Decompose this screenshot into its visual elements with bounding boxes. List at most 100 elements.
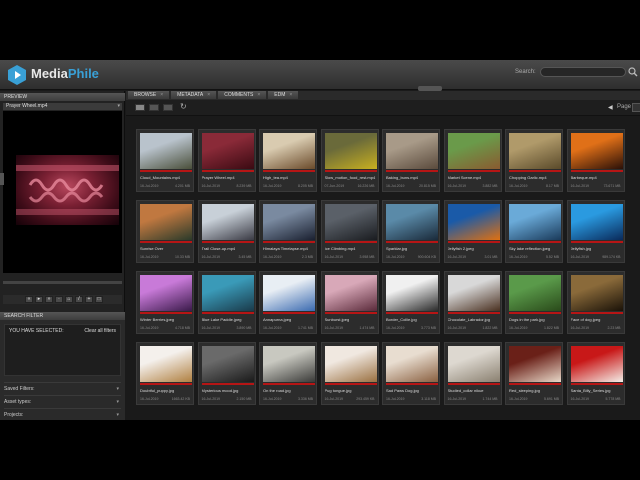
rewind-icon[interactable]: « [25,296,33,303]
asset-tile[interactable]: Annapurna.jpeg 16-Jul-2019 1.741 MB [259,271,317,334]
asset-tile[interactable]: Winter Berries.jpeg 16-Jul-2019 4.718 MB [136,271,194,334]
asset-size: 10.33 MB [175,255,190,259]
mark-icon[interactable]: · [55,296,63,303]
asset-tile[interactable]: Sunburst.jpeg 16-Jul-2019 1.474 MB [320,271,379,334]
asset-name: Annapurna.jpeg [263,317,292,322]
asset-name: Prayer Wheel.mp4 [201,175,235,180]
asset-thumbnail [509,275,561,311]
asset-tile[interactable]: Red_sleeping.jpg 16-Jul-2019 5.691 MB [505,342,563,405]
close-icon[interactable]: × [207,92,210,98]
brand-name: Media [31,66,68,81]
asset-tile[interactable]: Sky lake reflection.jpeg 16-Jul-2019 5.52 … [505,200,563,263]
asset-tile[interactable]: Dogs in the park.jpg 16-Jul-2019 1.822 MB [505,271,563,334]
edit-icon[interactable]: / [75,296,83,303]
asset-date: 16-Jul-2019 [324,397,343,401]
asset-tile[interactable]: Chocolate_Labrador.jpg 16-Jul-2019 1.822 M… [443,271,502,334]
tab-edm[interactable]: EDM × [268,91,299,99]
close-icon[interactable]: × [257,92,260,98]
search-input[interactable] [540,67,626,77]
asset-name: Mysterious mood.jpg [201,388,239,393]
asset-thumbnail [447,346,500,382]
asset-date: 16-Jul-2019 [140,184,159,188]
page-number-input[interactable] [632,103,640,112]
asset-tile[interactable]: Mysterious mood.jpg 16-Jul-2019 2.150 MB [197,342,256,405]
asset-tile[interactable]: Sunrise Over 16-Jul-2019 10.33 MB [136,200,194,263]
asset-tile[interactable]: Face of dog.jpeg 16-Jul-2019 2.23 MB [566,271,625,334]
add-icon[interactable]: + [85,296,93,303]
fullscreen-icon[interactable]: □ [95,296,103,303]
detail-view-icon[interactable] [163,104,173,111]
asset-size: 8.17 MB [545,184,559,188]
asset-tile[interactable]: Pug tongue.jpg 16-Jul-2019 293.459 KB [320,342,379,405]
saved-filters-row[interactable]: Saved Filters: ▾ [4,382,121,394]
asset-name: Slow_motion_food_rest.mp4 [324,175,376,180]
preview-panel-header[interactable]: PREVIEW [0,93,125,101]
asset-status-bar [140,312,192,314]
asset-name: Himalaya Timelapse.mp4 [263,246,308,251]
close-icon[interactable]: × [160,92,163,98]
brand-accent: Phile [67,66,99,81]
asset-status-bar [386,312,438,314]
asset-tile[interactable]: Slow_motion_food_rest.mp4 07-Jun-2019 16.2… [320,129,379,192]
asset-tile[interactable]: Barbeque.mp4 16-Jul-2019 73.671 MB [566,129,625,192]
asset-tile[interactable]: Market Scene.mp4 16-Jul-2019 3.882 MB [443,129,502,192]
tab-label: COMMENTS [224,92,254,98]
asset-size: 1663.42 KB [171,397,190,401]
asset-status-bar [509,241,561,243]
asset-date: 16-Jul-2019 [140,397,159,401]
asset-name: Winter Berries.jpeg [140,317,175,322]
asset-name: Trail Close-up.mp4 [201,246,236,251]
home-icon[interactable]: ⌂ [65,296,73,303]
playback-scrubber[interactable] [3,281,122,284]
asset-tile[interactable]: Prayer Wheel.mp4 16-Jul-2019 8.239 MB [197,129,256,192]
asset-tile[interactable]: Baking_buns.mp4 16-Jul-2019 20.815 MB [382,129,440,192]
asset-size: 5.52 MB [545,255,559,259]
asset-status-bar [570,312,623,314]
page-label: Page [617,104,632,110]
asset-date: 16-Jul-2019 [509,255,528,259]
grid-view-icon[interactable] [135,104,145,111]
preview-player[interactable] [3,111,122,273]
asset-tile[interactable]: Cloud_Mountains.mp4 16-Jul-2019 4.201 MB [136,129,194,192]
asset-size: 20.815 MB [419,184,436,188]
preview-file-select[interactable]: Prayer Wheel.mp4 ▾ [3,103,122,110]
asset-tile[interactable]: Jellyfish 2.jpeg 16-Jul-2019 3.01 MB [443,200,502,263]
asset-tile[interactable]: Trail Close-up.mp4 16-Jul-2019 3.45 MB [197,200,256,263]
asset-name: Market Scene.mp4 [447,175,482,180]
asset-size: 73.671 MB [603,184,621,188]
asset-tile[interactable]: Chopping Garlic.mp4 16-Jul-2019 8.17 MB [505,129,563,192]
asset-tile[interactable]: On the road.jpg 16-Jul-2019 3.336 MB [259,342,317,405]
asset-tile[interactable]: Studied_collar nikue 16-Jul-2019 1.744 MB [443,342,502,405]
clear-all-filters-link[interactable]: Clear all filters [84,328,116,334]
asset-tile[interactable]: Blue Lake Paddle.jpeg 16-Jul-2019 3.890 MB [197,271,256,334]
asset-size: 2.3 MB [301,255,313,259]
asset-tile[interactable]: Sad Paws Dog.jpg 16-Jul-2019 3.118 MB [382,342,440,405]
asset-tile[interactable]: High_tea.mp4 16-Jul-2019 8.205 MB [259,129,317,192]
asset-tile[interactable]: Border_Collie.jpg 16-Jul-2019 3.773 MB [382,271,440,334]
sidebar-collapse-tab[interactable] [0,173,4,185]
asset-types-row[interactable]: Asset types: ▾ [4,395,121,407]
projects-row[interactable]: Projects: ▾ [4,408,121,420]
fast-forward-icon[interactable]: » [45,296,53,303]
tab-metadata[interactable]: METADATA × [171,91,217,99]
refresh-icon[interactable]: ↻ [180,102,187,111]
asset-tile[interactable]: Sparklar.jpg 16-Jul-2019 900.604 KB [382,200,440,263]
tab-comments[interactable]: COMMENTS × [218,91,267,99]
asset-tile[interactable]: Himalaya Timelapse.mp4 16-Jul-2019 2.3 MB [259,200,317,263]
asset-size: 989.174 KB [602,255,621,259]
asset-name: Chopping Garlic.mp4 [509,175,547,180]
tab-browse[interactable]: BROWSE × [128,91,170,99]
play-icon[interactable]: ▸ [35,296,43,303]
search-icon[interactable] [628,67,638,77]
asset-size: 4.201 MB [175,184,190,188]
search-filter-header[interactable]: SEARCH FILTER [0,312,125,320]
asset-tile[interactable]: Ice Climbing.mp4 16-Jul-2019 3.958 MB [320,200,379,263]
list-view-icon[interactable] [149,104,159,111]
asset-thumbnail [263,275,315,311]
asset-tile[interactable]: Santa_Billy_Series.jpg 16-Jul-2019 5.778 M… [566,342,625,405]
close-icon[interactable]: × [289,92,292,98]
asset-tile[interactable]: Jellyfish.jpg 16-Jul-2019 989.174 KB [566,200,625,263]
asset-thumbnail [509,133,561,169]
previous-page-icon[interactable]: ◀ [608,104,613,111]
asset-tile[interactable]: Doubtful_puppy.jpg 16-Jul-2019 1663.42 KB [136,342,194,405]
